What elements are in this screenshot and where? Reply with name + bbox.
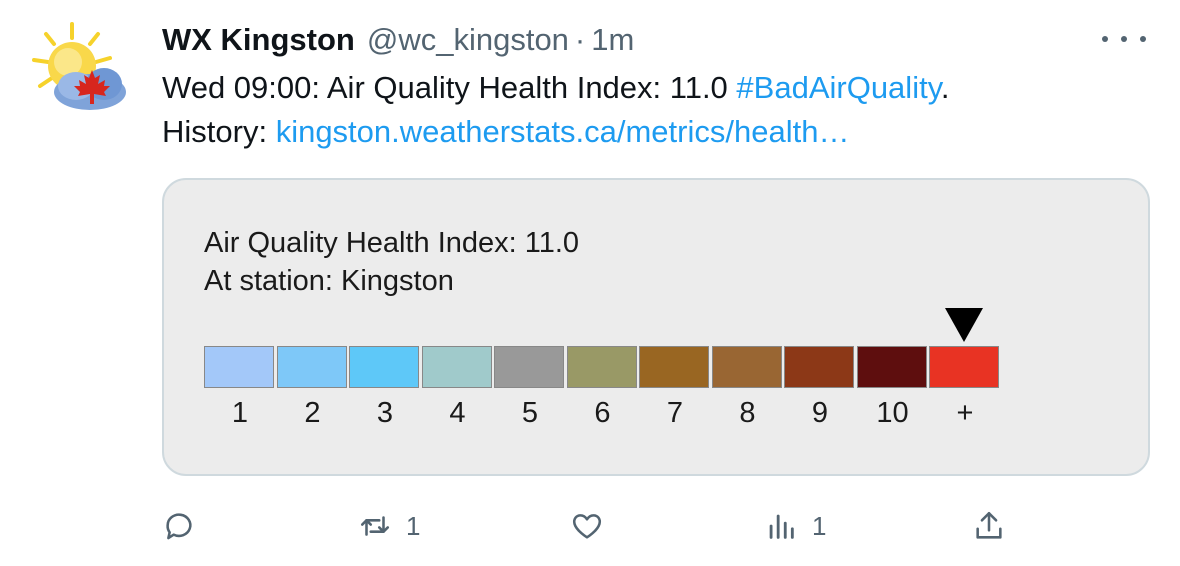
share-icon	[976, 511, 1002, 539]
scale-label: 10	[876, 397, 909, 429]
more-dot-icon	[1121, 36, 1127, 42]
history-label: History:	[162, 114, 276, 149]
scale-segment: +	[929, 346, 999, 429]
previous-context-cut	[70, 0, 490, 4]
avatar[interactable]	[28, 20, 136, 120]
heart-icon	[572, 514, 602, 539]
card-station-line: At station: Kingston	[204, 265, 454, 297]
scale-segment: 3	[349, 346, 419, 429]
media-card[interactable]: Air Quality Health Index: 11.0 At statio…	[162, 178, 1150, 476]
share-button[interactable]	[972, 504, 1006, 548]
scale-label: 7	[666, 397, 684, 429]
scale-segment: 8	[711, 346, 782, 429]
scale-label: 6	[594, 397, 611, 429]
scale-label: 2	[304, 397, 321, 429]
scale-label: 8	[739, 397, 756, 429]
reply-button[interactable]	[162, 504, 196, 548]
author-handle[interactable]: @wc_kingston	[367, 22, 569, 58]
history-link[interactable]: kingston.weatherstats.ca/metrics/health…	[276, 114, 850, 149]
current-index-marker	[945, 308, 983, 342]
hashtag-link[interactable]: #BadAirQuality	[736, 70, 940, 105]
scale-segment: 7	[639, 346, 709, 429]
aqhi-scale: 1 2 3 4 5 6 7 8 9 10 +	[204, 308, 1002, 429]
scale-segment: 5	[494, 346, 564, 429]
tweet-text: Wed 09:00: Air Quality Health Index: 11.…	[162, 66, 1142, 154]
scale-segment: 10	[856, 346, 927, 429]
more-dot-icon	[1102, 36, 1108, 42]
tweet-text-prefix: Wed 09:00: Air Quality Health Index: 11.…	[162, 70, 737, 105]
tweet-text-suffix: .	[940, 70, 950, 105]
separator-dot: ·	[574, 22, 586, 57]
scale-segment: 1	[204, 346, 274, 429]
scale-segment: 6	[566, 346, 637, 429]
scale-segment: 2	[276, 346, 347, 429]
card-caption: Air Quality Health Index: 11.0 At statio…	[204, 224, 579, 300]
tweet-actions: 1 1	[162, 504, 1022, 548]
scale-segment: 9	[784, 346, 854, 429]
tweet-header: WX Kingston @wc_kingston · 1m	[162, 20, 634, 60]
more-options-button[interactable]	[1102, 26, 1146, 52]
weather-canada-logo	[32, 22, 126, 110]
card-index-line: Air Quality Health Index: 11.0	[204, 227, 580, 259]
scale-label: 1	[231, 397, 249, 429]
retweet-icon	[360, 516, 390, 536]
views-count: 1	[812, 510, 827, 541]
scale-label: 9	[811, 397, 829, 429]
retweet-count: 1	[406, 510, 421, 541]
author-name[interactable]: WX Kingston	[162, 22, 355, 58]
scale-label: +	[956, 397, 974, 429]
more-dot-icon	[1140, 36, 1146, 42]
retweet-button[interactable]: 1	[358, 504, 420, 548]
reply-icon	[166, 513, 192, 540]
scale-label: 4	[449, 397, 466, 429]
views-icon	[769, 514, 794, 539]
scale-label: 3	[376, 397, 394, 429]
scale-label: 5	[521, 397, 539, 429]
like-button[interactable]	[570, 504, 604, 548]
views-button[interactable]: 1	[764, 504, 826, 548]
scale-segment: 4	[421, 346, 492, 429]
tweet-time[interactable]: 1m	[591, 22, 634, 58]
